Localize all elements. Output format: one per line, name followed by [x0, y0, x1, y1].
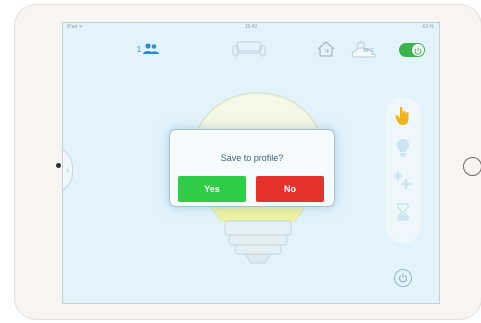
room-button[interactable]	[231, 39, 267, 59]
chevron-right-icon: ›	[66, 165, 69, 175]
status-bar: iPad ᯤ 15:42 63 %	[63, 23, 439, 32]
hourglass-icon	[397, 203, 409, 221]
save-profile-dialog: Save to profile? Yes No	[169, 129, 335, 207]
power-icon	[398, 273, 408, 283]
no-button[interactable]: No	[256, 176, 324, 202]
house-settings-icon	[317, 41, 335, 57]
left-drawer-handle[interactable]: ›	[63, 147, 73, 193]
timer-button[interactable]	[391, 201, 415, 223]
users-icon	[143, 43, 160, 54]
right-tool-panel	[385, 97, 421, 243]
light-tool-button[interactable]	[391, 137, 415, 159]
hand-pointer-icon	[395, 106, 409, 125]
home-button[interactable]	[463, 157, 481, 176]
yes-button[interactable]: Yes	[178, 176, 246, 202]
camera-lens	[56, 163, 61, 168]
sofa-icon	[232, 41, 266, 57]
hand-tool-button[interactable]	[391, 105, 415, 127]
users-button[interactable]: 1	[133, 39, 163, 59]
status-battery: 63 %	[422, 24, 434, 30]
add-adjust-icon	[394, 172, 411, 189]
top-bar: 1 33°C	[63, 35, 439, 65]
status-time: 15:42	[244, 24, 258, 30]
dialog-title: Save to profile?	[220, 153, 284, 163]
users-count: 1	[136, 44, 142, 54]
weather-temperature: 33°C	[363, 48, 375, 54]
lightbulb-icon	[397, 139, 409, 157]
power-button[interactable]	[394, 269, 412, 287]
app-screen: iPad ᯤ 15:42 63 % 1 33°C › Save to profi…	[62, 22, 440, 304]
power-icon-small	[414, 47, 422, 55]
power-toggle[interactable]	[399, 43, 425, 57]
add-adjust-button[interactable]	[391, 169, 415, 191]
weather-widget[interactable]: 33°C	[349, 39, 391, 59]
power-toggle-knob	[412, 44, 424, 56]
house-settings-button[interactable]	[315, 39, 337, 59]
